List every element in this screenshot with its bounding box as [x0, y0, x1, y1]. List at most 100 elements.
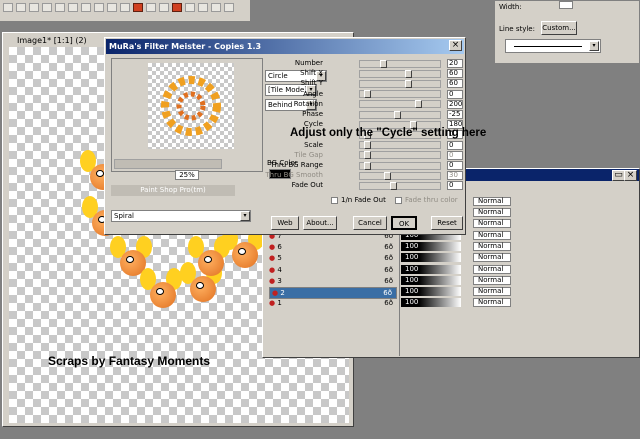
toolbar-icon[interactable]: [146, 3, 156, 12]
slider-thumb[interactable]: [404, 69, 412, 78]
blend-mode-select[interactable]: Normal: [473, 287, 511, 296]
close-icon[interactable]: ×: [449, 40, 462, 51]
param-slider[interactable]: [359, 141, 441, 150]
width-spinner[interactable]: [559, 1, 573, 9]
visibility-icon[interactable]: 6ð: [384, 276, 393, 286]
slider-thumb[interactable]: [364, 151, 371, 160]
zoom-field[interactable]: 25%: [175, 170, 199, 180]
opacity-slider[interactable]: 100: [401, 287, 461, 296]
visibility-icon[interactable]: 6ð: [384, 298, 393, 308]
param-slider[interactable]: [359, 59, 441, 68]
layer-row[interactable]: ● 1 6ð: [269, 298, 397, 308]
line-style-select[interactable]: ▾: [505, 39, 601, 53]
param-value[interactable]: 0: [447, 89, 463, 99]
slider-thumb[interactable]: [364, 161, 371, 170]
chevron-down-icon[interactable]: ▾: [240, 211, 250, 221]
ok-button[interactable]: OK: [391, 216, 417, 230]
param-value[interactable]: -25: [447, 110, 463, 119]
blend-mode-select[interactable]: Normal: [473, 231, 511, 240]
param-value[interactable]: 0: [447, 161, 463, 170]
about-button[interactable]: About...: [303, 216, 337, 230]
blend-mode-select[interactable]: Normal: [473, 197, 511, 206]
param-slider[interactable]: [359, 90, 441, 99]
toolbar-icon[interactable]: [198, 3, 208, 12]
param-value[interactable]: 0: [447, 181, 463, 191]
toolbar-icon[interactable]: [16, 3, 26, 12]
blend-mode-select[interactable]: Normal: [473, 253, 511, 263]
slider-thumb[interactable]: [364, 141, 371, 150]
visibility-icon[interactable]: 6ð: [384, 242, 393, 252]
reset-button[interactable]: Reset: [431, 216, 463, 230]
toolbar-icon[interactable]: [133, 3, 143, 12]
blend-mode-select[interactable]: Normal: [473, 298, 511, 308]
toolbar-icon[interactable]: [159, 3, 169, 12]
chevron-down-icon[interactable]: ▾: [589, 41, 599, 51]
param-label: Thru BG Range: [270, 161, 323, 169]
toolbar-icon[interactable]: [224, 3, 234, 12]
opacity-slider[interactable]: 100: [401, 242, 461, 252]
preview-pane: [111, 58, 263, 172]
opacity-slider[interactable]: 100: [401, 253, 461, 263]
layer-row[interactable]: ● 3 6ð: [269, 276, 397, 286]
toolbar-icon[interactable]: [94, 3, 104, 12]
param-slider[interactable]: [359, 79, 441, 88]
visibility-icon[interactable]: 6ð: [384, 265, 393, 275]
visibility-icon[interactable]: 6ð: [384, 253, 393, 263]
opacity-slider[interactable]: 100: [401, 264, 461, 274]
toolbar-icon[interactable]: [107, 3, 117, 12]
layer-row[interactable]: ● 2 6ð: [269, 287, 397, 299]
toolbar-icon[interactable]: [42, 3, 52, 12]
param-slider[interactable]: [359, 69, 441, 78]
toolbar-icon[interactable]: [3, 3, 13, 12]
layer-row[interactable]: ● 6 6ð: [269, 242, 397, 252]
close-icon[interactable]: ×: [624, 170, 637, 181]
web-button[interactable]: Web: [271, 216, 299, 230]
preview-scrollbar[interactable]: [114, 159, 222, 169]
preset-select[interactable]: Spiral ▾: [111, 210, 251, 222]
param-slider[interactable]: [359, 151, 441, 160]
fade-out-checkbox[interactable]: [331, 197, 338, 204]
cancel-button[interactable]: Cancel: [353, 216, 387, 230]
param-value[interactable]: 0: [447, 150, 463, 160]
slider-thumb[interactable]: [379, 59, 387, 68]
opacity-slider[interactable]: 100: [401, 275, 461, 285]
slider-thumb[interactable]: [364, 90, 371, 99]
param-slider[interactable]: [359, 161, 441, 170]
toolbar-icon[interactable]: [68, 3, 78, 12]
toolbar-icon[interactable]: [211, 3, 221, 12]
blend-mode-select[interactable]: Normal: [473, 208, 511, 217]
slider-thumb[interactable]: [393, 110, 401, 119]
param-value[interactable]: 60: [447, 69, 463, 79]
param-value[interactable]: 30: [447, 171, 463, 181]
param-slider[interactable]: [359, 110, 441, 119]
opacity-slider[interactable]: 100: [401, 298, 461, 308]
toolbar-icon[interactable]: [172, 3, 182, 12]
blend-mode-select[interactable]: Normal: [473, 242, 511, 252]
toolbar-icon[interactable]: [185, 3, 195, 12]
visibility-icon[interactable]: 6ð: [383, 288, 392, 298]
param-value[interactable]: 0: [447, 140, 463, 150]
toolbar-icon[interactable]: [29, 3, 39, 12]
blend-mode-select[interactable]: Normal: [473, 264, 511, 274]
slider-thumb[interactable]: [404, 79, 412, 88]
slider-thumb[interactable]: [390, 181, 398, 190]
toolbar-icon[interactable]: [81, 3, 91, 12]
param-slider[interactable]: [359, 100, 441, 109]
param-value[interactable]: 60: [447, 79, 463, 89]
custom-button[interactable]: Custom...: [541, 21, 577, 35]
param-value[interactable]: 20: [447, 59, 463, 68]
toolbar-icon[interactable]: [55, 3, 65, 12]
param-slider[interactable]: [359, 171, 441, 180]
param-value[interactable]: 200: [447, 99, 463, 109]
blend-mode-select[interactable]: Normal: [473, 275, 511, 285]
layer-row[interactable]: ● 5 6ð: [269, 253, 397, 263]
preview-canvas[interactable]: [148, 63, 234, 149]
slider-thumb[interactable]: [383, 171, 391, 180]
fade-thru-color-checkbox[interactable]: [395, 197, 402, 204]
layer-row[interactable]: ● 4 6ð: [269, 265, 397, 275]
toolbar-icon[interactable]: [120, 3, 130, 12]
param-slider[interactable]: [359, 181, 441, 190]
param-label: Rotation: [293, 99, 323, 108]
blend-mode-select[interactable]: Normal: [473, 219, 511, 228]
slider-thumb[interactable]: [415, 100, 423, 109]
